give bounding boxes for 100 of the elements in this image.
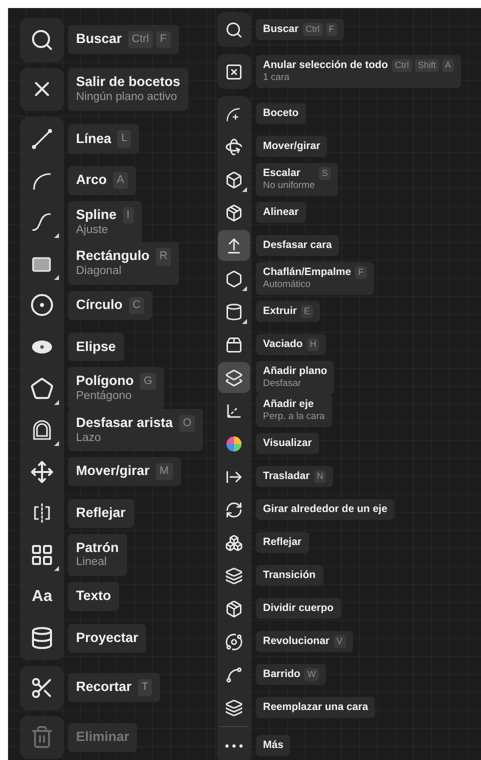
- cylinder-icon: [30, 626, 54, 650]
- square-x-icon: [225, 62, 243, 80]
- tool-name: Texto: [76, 588, 112, 605]
- tool-name: Girar alrededor de un eje: [263, 502, 388, 516]
- tool-name: Eliminar: [76, 728, 130, 746]
- more-icon: [225, 744, 243, 748]
- tool-option: Lazo: [76, 432, 173, 446]
- shortcut-key: I: [122, 206, 134, 224]
- tool-name: Visualizar: [263, 436, 312, 450]
- tool-option: Desfasar: [263, 378, 328, 390]
- tool-name: Proyectar: [76, 630, 138, 647]
- rotate-arrows-icon: [225, 500, 243, 518]
- orbit-icon: [225, 632, 243, 650]
- tool-name: Alinear: [263, 206, 299, 220]
- tool-name: Trasladar: [263, 470, 310, 484]
- box-icon: [225, 336, 243, 354]
- tool-name: Más: [263, 738, 284, 752]
- tool-name: Buscar: [263, 22, 299, 36]
- tool-name: Añadir eje: [263, 398, 315, 412]
- submenu-corner-icon: [54, 233, 59, 238]
- submenu-corner-icon: [242, 187, 247, 192]
- tool-option: Automático: [263, 279, 352, 291]
- tool-name: Salir de bocetos: [76, 74, 180, 91]
- tool-name: Desfasar arista: [76, 414, 173, 432]
- cube-icon: [225, 170, 243, 188]
- tool-name: Escalar: [263, 167, 302, 180]
- tool-name: Dividir cuerpo: [263, 602, 334, 616]
- tool-name: Reflejar: [76, 504, 126, 522]
- shortcut-key: T: [138, 679, 152, 696]
- shortcut-key: V: [334, 634, 346, 648]
- shortcut-key: Ctrl: [302, 22, 323, 36]
- tool-name: Arco: [76, 172, 107, 190]
- submenu-corner-icon: [54, 566, 59, 571]
- shortcut-key: F: [326, 22, 338, 36]
- rotate-icon: [225, 138, 243, 156]
- layers-icon: [225, 698, 243, 716]
- shortcut-key: M: [156, 463, 173, 480]
- hexagon-icon: [225, 270, 243, 288]
- package-icon: [225, 204, 243, 222]
- grid-icon: [30, 542, 54, 567]
- shortcut-key: G: [140, 373, 156, 390]
- shortcut-key: F: [355, 266, 367, 280]
- arch-icon: [30, 418, 54, 442]
- shortcut-key: S: [318, 167, 331, 180]
- tool-option: 1 cara: [263, 72, 388, 84]
- search-icon: [225, 20, 243, 38]
- shortcut-key: E: [300, 304, 313, 318]
- tool-name: Chaflán/Empalme: [263, 266, 352, 280]
- tool-option: Pentágono: [76, 390, 134, 404]
- tool-button[interactable]: Aa: [21, 576, 63, 617]
- submenu-corner-icon: [242, 319, 247, 324]
- arrow-up-icon: [225, 236, 243, 254]
- shortcut-key: W: [304, 668, 319, 681]
- tool-name: Vaciado: [263, 338, 303, 352]
- tool-option: No uniforme: [263, 180, 315, 192]
- curve-icon: [225, 666, 243, 684]
- tool-name: Línea: [76, 130, 112, 148]
- layers-icon: [225, 566, 243, 584]
- tool-name: Anular selección de todo: [263, 59, 388, 72]
- tool-button[interactable]: [218, 230, 250, 261]
- shortcut-key: N: [314, 470, 326, 483]
- circle-icon: [30, 293, 54, 318]
- line-icon: [30, 126, 54, 151]
- tool-option: Ningún plano activo: [76, 90, 180, 105]
- tool-name: Reflejar: [263, 536, 302, 550]
- tool-option: Ajuste: [76, 224, 117, 238]
- shortcut-key: R: [156, 248, 172, 266]
- move-icon: [30, 460, 54, 484]
- text-icon: Aa: [32, 588, 52, 606]
- tool-name: Patrón: [76, 540, 119, 556]
- tool-name: Añadir plano: [263, 365, 328, 378]
- submenu-corner-icon: [242, 286, 247, 291]
- tool-name: Desfasar cara: [263, 238, 332, 252]
- shortcut-key: Ctrl: [392, 59, 412, 72]
- tool-name: Revolucionar: [263, 634, 330, 648]
- axis-icon: [225, 402, 243, 420]
- pentagon-icon: [30, 376, 54, 401]
- tool-name: Círculo: [76, 296, 123, 314]
- trash-icon: [30, 725, 54, 750]
- tool-name: Mover/girar: [263, 140, 320, 154]
- tool-name: Transición: [263, 568, 316, 582]
- tool-name: Recortar: [76, 679, 132, 696]
- tool-name: Boceto: [263, 106, 299, 120]
- tool-name: Elipse: [76, 338, 116, 356]
- shortcut-key: A: [112, 172, 128, 190]
- shortcut-key: Ctrl: [128, 31, 153, 48]
- shortcut-key: L: [117, 130, 132, 148]
- submenu-corner-icon: [54, 441, 59, 446]
- tool-name: Reemplazar una cara: [263, 700, 368, 714]
- layers-icon: [225, 368, 243, 386]
- tool-option: Lineal: [76, 556, 119, 570]
- tool-name: Buscar: [76, 31, 122, 48]
- tool-button[interactable]: [218, 362, 250, 393]
- shortcut-key: H: [306, 338, 320, 351]
- tool-name: Barrido: [263, 668, 300, 682]
- cylinder-icon: [225, 302, 243, 320]
- submenu-corner-icon: [54, 274, 59, 280]
- tool-name: Mover/girar: [76, 463, 150, 480]
- package-icon: [225, 600, 243, 618]
- tool-option: Perp. a la cara: [263, 411, 325, 423]
